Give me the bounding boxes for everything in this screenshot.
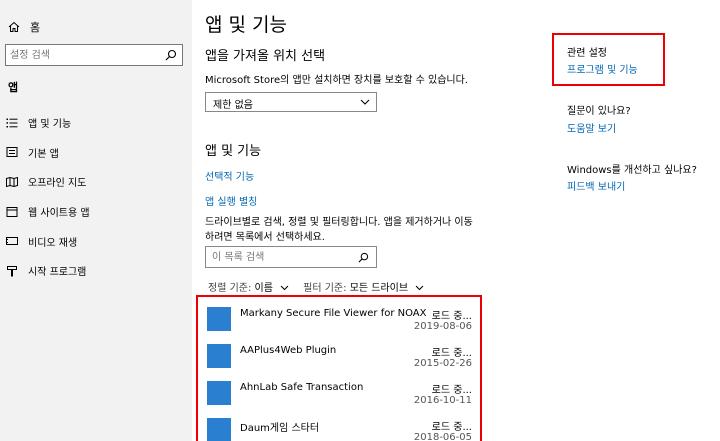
startup-icon [7, 265, 17, 277]
apps-features-heading: 앱 및 기능 [205, 144, 262, 159]
sidebar-nav: 앱 및 기능 기본 앱 오프라인 지도 웹 사이트용 앱 비디오 재생 시작 프… [0, 108, 192, 286]
send-feedback-link[interactable]: 피드백 보내기 [567, 178, 625, 193]
app-icon [207, 418, 231, 441]
search-description-line2: 하려면 목록에서 선택하세요. [205, 232, 325, 243]
default-apps-icon [6, 147, 18, 158]
settings-search-input[interactable] [10, 46, 160, 64]
install-source-dropdown[interactable]: 제한 없음 [205, 92, 377, 112]
sidebar-item-startup[interactable]: 시작 프로그램 [0, 256, 192, 286]
sidebar-item-label: 시작 프로그램 [28, 267, 87, 279]
website-app-icon [6, 206, 18, 217]
sidebar-item-label: 웹 사이트용 앱 [28, 208, 90, 220]
question-title: 질문이 있나요? [567, 106, 631, 117]
list-filters: 정렬 기준: 이름 필터 기준: 모든 드라이브 [208, 279, 424, 294]
app-install-date: 2018-06-05 [413, 432, 472, 441]
home-label: 홈 [30, 21, 41, 34]
chevron-down-icon [415, 285, 424, 291]
related-settings-title: 관련 설정 [567, 48, 607, 59]
filter-label: 필터 기준: [303, 283, 347, 294]
sidebar-item-apps-features[interactable]: 앱 및 기능 [0, 108, 192, 138]
optional-features-link[interactable]: 선택적 기능 [205, 168, 254, 183]
programs-features-link[interactable]: 프로그램 및 기능 [567, 61, 638, 76]
sidebar-section-title: 앱 [8, 81, 19, 94]
app-list-item[interactable]: AhnLab Safe Transaction 로드 중... 2016-10-… [198, 371, 480, 407]
app-size: 로드 중... [431, 311, 472, 322]
improve-windows-title: Windows를 개선하고 싶나요? [567, 165, 697, 176]
app-name: Daum게임 스타터 [240, 423, 320, 434]
page-title: 앱 및 기능 [205, 14, 287, 36]
sort-dropdown[interactable]: 정렬 기준: 이름 [208, 279, 289, 294]
app-name: AAPlus4Web Plugin [240, 345, 337, 356]
app-icon [207, 344, 231, 368]
app-aliases-link[interactable]: 앱 실행 별칭 [205, 193, 257, 208]
sidebar: 홈 앱 앱 및 기능 기본 앱 [0, 0, 192, 441]
app-list-item[interactable]: AAPlus4Web Plugin 로드 중... 2015-02-26 [198, 334, 480, 370]
app-icon [207, 381, 231, 405]
chevron-down-icon [280, 285, 289, 291]
sidebar-item-label: 비디오 재생 [28, 237, 78, 249]
sidebar-item-default-apps[interactable]: 기본 앱 [0, 138, 192, 168]
search-description-line1: 드라이브별로 검색, 정렬 및 필터링합니다. 앱을 제거하거나 이동 [205, 217, 473, 228]
app-icon [207, 307, 231, 331]
app-size: 로드 중... [431, 385, 472, 396]
home-nav-item[interactable]: 홈 [8, 19, 40, 35]
install-source-heading: 앱을 가져올 위치 선택 [205, 49, 326, 64]
app-list-search-input[interactable] [212, 248, 352, 266]
sort-label: 정렬 기준: [208, 283, 252, 294]
app-install-date: 2019-08-06 [413, 321, 472, 332]
app-name: AhnLab Safe Transaction [240, 382, 364, 393]
app-list: Markany Secure File Viewer for NOAX(re..… [196, 295, 482, 441]
sidebar-item-label: 앱 및 기능 [28, 119, 72, 131]
sidebar-item-video-playback[interactable]: 비디오 재생 [0, 226, 192, 256]
app-size: 로드 중... [431, 348, 472, 359]
chevron-down-icon [360, 99, 370, 105]
get-help-link[interactable]: 도움말 보기 [567, 120, 616, 135]
app-name: Markany Secure File Viewer for NOAX(re..… [240, 308, 426, 319]
video-icon [6, 237, 18, 246]
app-install-date: 2016-10-11 [413, 395, 472, 406]
app-size: 로드 중... [431, 422, 472, 433]
sidebar-item-label: 기본 앱 [28, 148, 59, 160]
search-icon[interactable] [165, 49, 177, 61]
sort-value: 이름 [254, 283, 273, 294]
filter-value: 모든 드라이브 [349, 283, 409, 294]
sidebar-item-offline-maps[interactable]: 오프라인 지도 [0, 167, 192, 197]
map-icon [6, 176, 18, 188]
settings-search-box [5, 44, 183, 66]
search-icon[interactable] [358, 252, 369, 263]
filter-dropdown[interactable]: 필터 기준: 모든 드라이브 [303, 279, 424, 294]
app-list-search-box [205, 246, 377, 268]
sidebar-item-label: 오프라인 지도 [28, 178, 87, 190]
sidebar-item-apps-for-websites[interactable]: 웹 사이트용 앱 [0, 197, 192, 227]
app-list-item[interactable]: Daum게임 스타터 로드 중... 2018-06-05 [198, 408, 480, 441]
related-settings-highlight [552, 33, 665, 86]
app-install-date: 2015-02-26 [413, 358, 472, 369]
app-list-item[interactable]: Markany Secure File Viewer for NOAX(re..… [198, 297, 480, 333]
list-icon [6, 118, 18, 128]
home-icon [8, 21, 20, 32]
dropdown-value: 제한 없음 [213, 100, 253, 111]
install-source-description: Microsoft Store의 앱만 설치하면 장치를 보호할 수 있습니다. [205, 75, 468, 86]
